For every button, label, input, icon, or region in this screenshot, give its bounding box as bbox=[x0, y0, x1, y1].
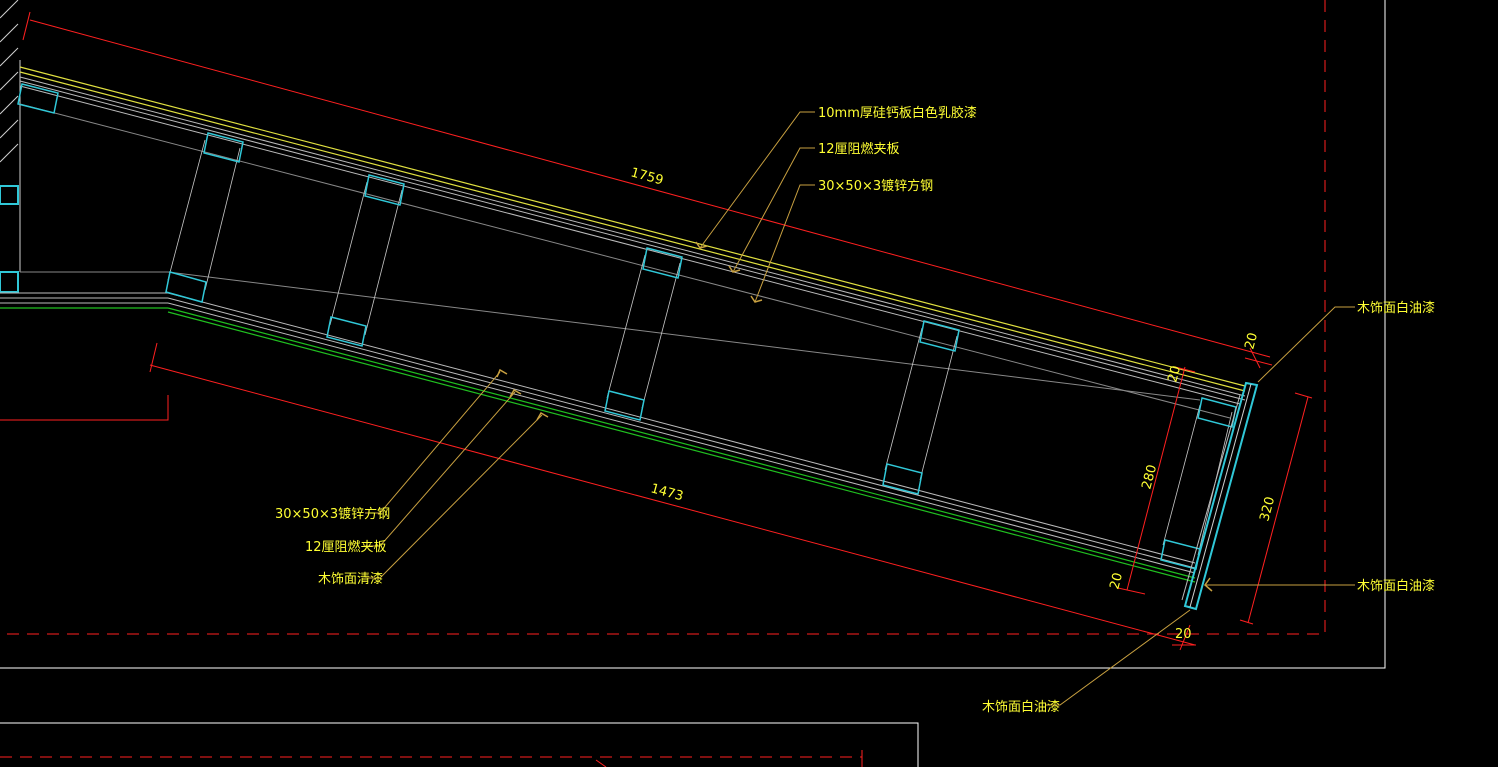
top-frame-line bbox=[19, 103, 1231, 419]
wall-steel-section bbox=[0, 185, 19, 205]
frame-strut bbox=[606, 254, 646, 399]
label-left-wood: 木饰面清漆 bbox=[318, 571, 383, 587]
dim-bottom-length bbox=[149, 364, 1196, 646]
bottom-frame-upper bbox=[167, 271, 1201, 401]
bottom-finish-green bbox=[167, 307, 1196, 579]
bottom-plywood-line-2 bbox=[167, 297, 1196, 569]
outer-frame-line bbox=[0, 0, 1386, 669]
dim-text-bottom-edge: 20 bbox=[1175, 627, 1192, 642]
end-cap-panel bbox=[1181, 381, 1259, 611]
dim-text-top-length: 1759 bbox=[629, 165, 665, 188]
bottom-plywood-line-3 bbox=[167, 302, 1196, 574]
frame-strut bbox=[1162, 404, 1201, 546]
top-plywood-line-3 bbox=[19, 85, 1241, 405]
label-top-plywood: 12厘阻燃夹板 bbox=[818, 141, 900, 157]
dim-left-corner bbox=[0, 395, 169, 421]
dimension-lines bbox=[0, 11, 1313, 651]
dashed-boundary-main bbox=[0, 0, 1326, 635]
frame-strut bbox=[204, 147, 241, 291]
arrow-head bbox=[496, 368, 508, 378]
frame-strut bbox=[364, 189, 403, 336]
hatch-line bbox=[0, 23, 19, 43]
steel-section bbox=[165, 271, 207, 303]
label-right-mid-wood: 木饰面白油漆 bbox=[1357, 578, 1435, 594]
hatch-line bbox=[0, 0, 19, 19]
frame-strut bbox=[919, 335, 958, 481]
leader-left-wood bbox=[365, 414, 543, 579]
steel-section bbox=[1160, 539, 1201, 570]
hatch-line bbox=[0, 119, 19, 139]
bottom-surface-layers bbox=[0, 271, 1201, 583]
label-top-gypsum: 10mm厚硅钙板白色乳胶漆 bbox=[818, 105, 977, 121]
dim-right-height bbox=[1247, 396, 1309, 624]
leader-left-plywood bbox=[365, 391, 516, 547]
label-left-plywood: 12厘阻燃夹板 bbox=[305, 539, 387, 555]
dim-text-inner-height: 280 bbox=[1139, 463, 1160, 491]
top-plywood-line-2 bbox=[19, 80, 1246, 401]
leader-left-steel bbox=[365, 371, 501, 514]
end-cap-plywood bbox=[1181, 394, 1241, 601]
label-right-top-wood: 木饰面白油漆 bbox=[1357, 300, 1435, 316]
hatch-line bbox=[0, 71, 19, 91]
leader-right-top bbox=[1257, 306, 1355, 383]
hatch-line bbox=[0, 47, 19, 67]
top-finish-line-2 bbox=[19, 71, 1246, 392]
label-bottom-wood: 木饰面白油漆 bbox=[982, 699, 1060, 715]
top-surface-layers bbox=[19, 66, 1246, 419]
wall-steel-section bbox=[0, 271, 19, 293]
hatch-line bbox=[0, 143, 19, 163]
top-finish-line bbox=[19, 66, 1246, 387]
dim-right-ext-bottom bbox=[1239, 619, 1254, 625]
dim-text-top-edge: 20 bbox=[1242, 331, 1261, 351]
label-left-steel: 30×50×3镀锌方钢 bbox=[275, 506, 390, 522]
steel-section bbox=[642, 247, 683, 279]
cad-drawing-canvas[interactable]: 10mm厚硅钙板白色乳胶漆 12厘阻燃夹板 30×50×3镀锌方钢 木饰面白油漆… bbox=[0, 0, 1498, 767]
dim-top-ext bbox=[22, 11, 31, 41]
dim-bottom-ext bbox=[149, 342, 158, 373]
label-top-steel: 30×50×3镀锌方钢 bbox=[818, 178, 933, 194]
leader-top-steel bbox=[754, 184, 815, 303]
steel-section bbox=[1197, 397, 1237, 428]
steel-section bbox=[17, 83, 59, 114]
frame-strut bbox=[329, 181, 368, 326]
frame-strut bbox=[884, 327, 923, 471]
end-cap-wood-panel bbox=[1183, 381, 1259, 611]
end-cap-inner-line bbox=[1189, 383, 1252, 608]
lower-frame-line bbox=[0, 722, 919, 767]
lower-arrow bbox=[595, 759, 607, 767]
dim-top-length bbox=[29, 19, 1271, 358]
frame-strut bbox=[167, 139, 206, 281]
steel-section bbox=[604, 390, 645, 421]
dim-text-inner-bottom-edge: 20 bbox=[1107, 571, 1126, 591]
left-wall bbox=[0, 0, 21, 272]
top-plywood-line bbox=[19, 76, 1246, 397]
hatch-line bbox=[0, 95, 19, 115]
dim-right-ext-top bbox=[1294, 392, 1313, 399]
frame-strut bbox=[641, 262, 681, 409]
dim-text-bottom-length: 1473 bbox=[649, 481, 685, 504]
bottom-plywood-line bbox=[167, 292, 1196, 564]
